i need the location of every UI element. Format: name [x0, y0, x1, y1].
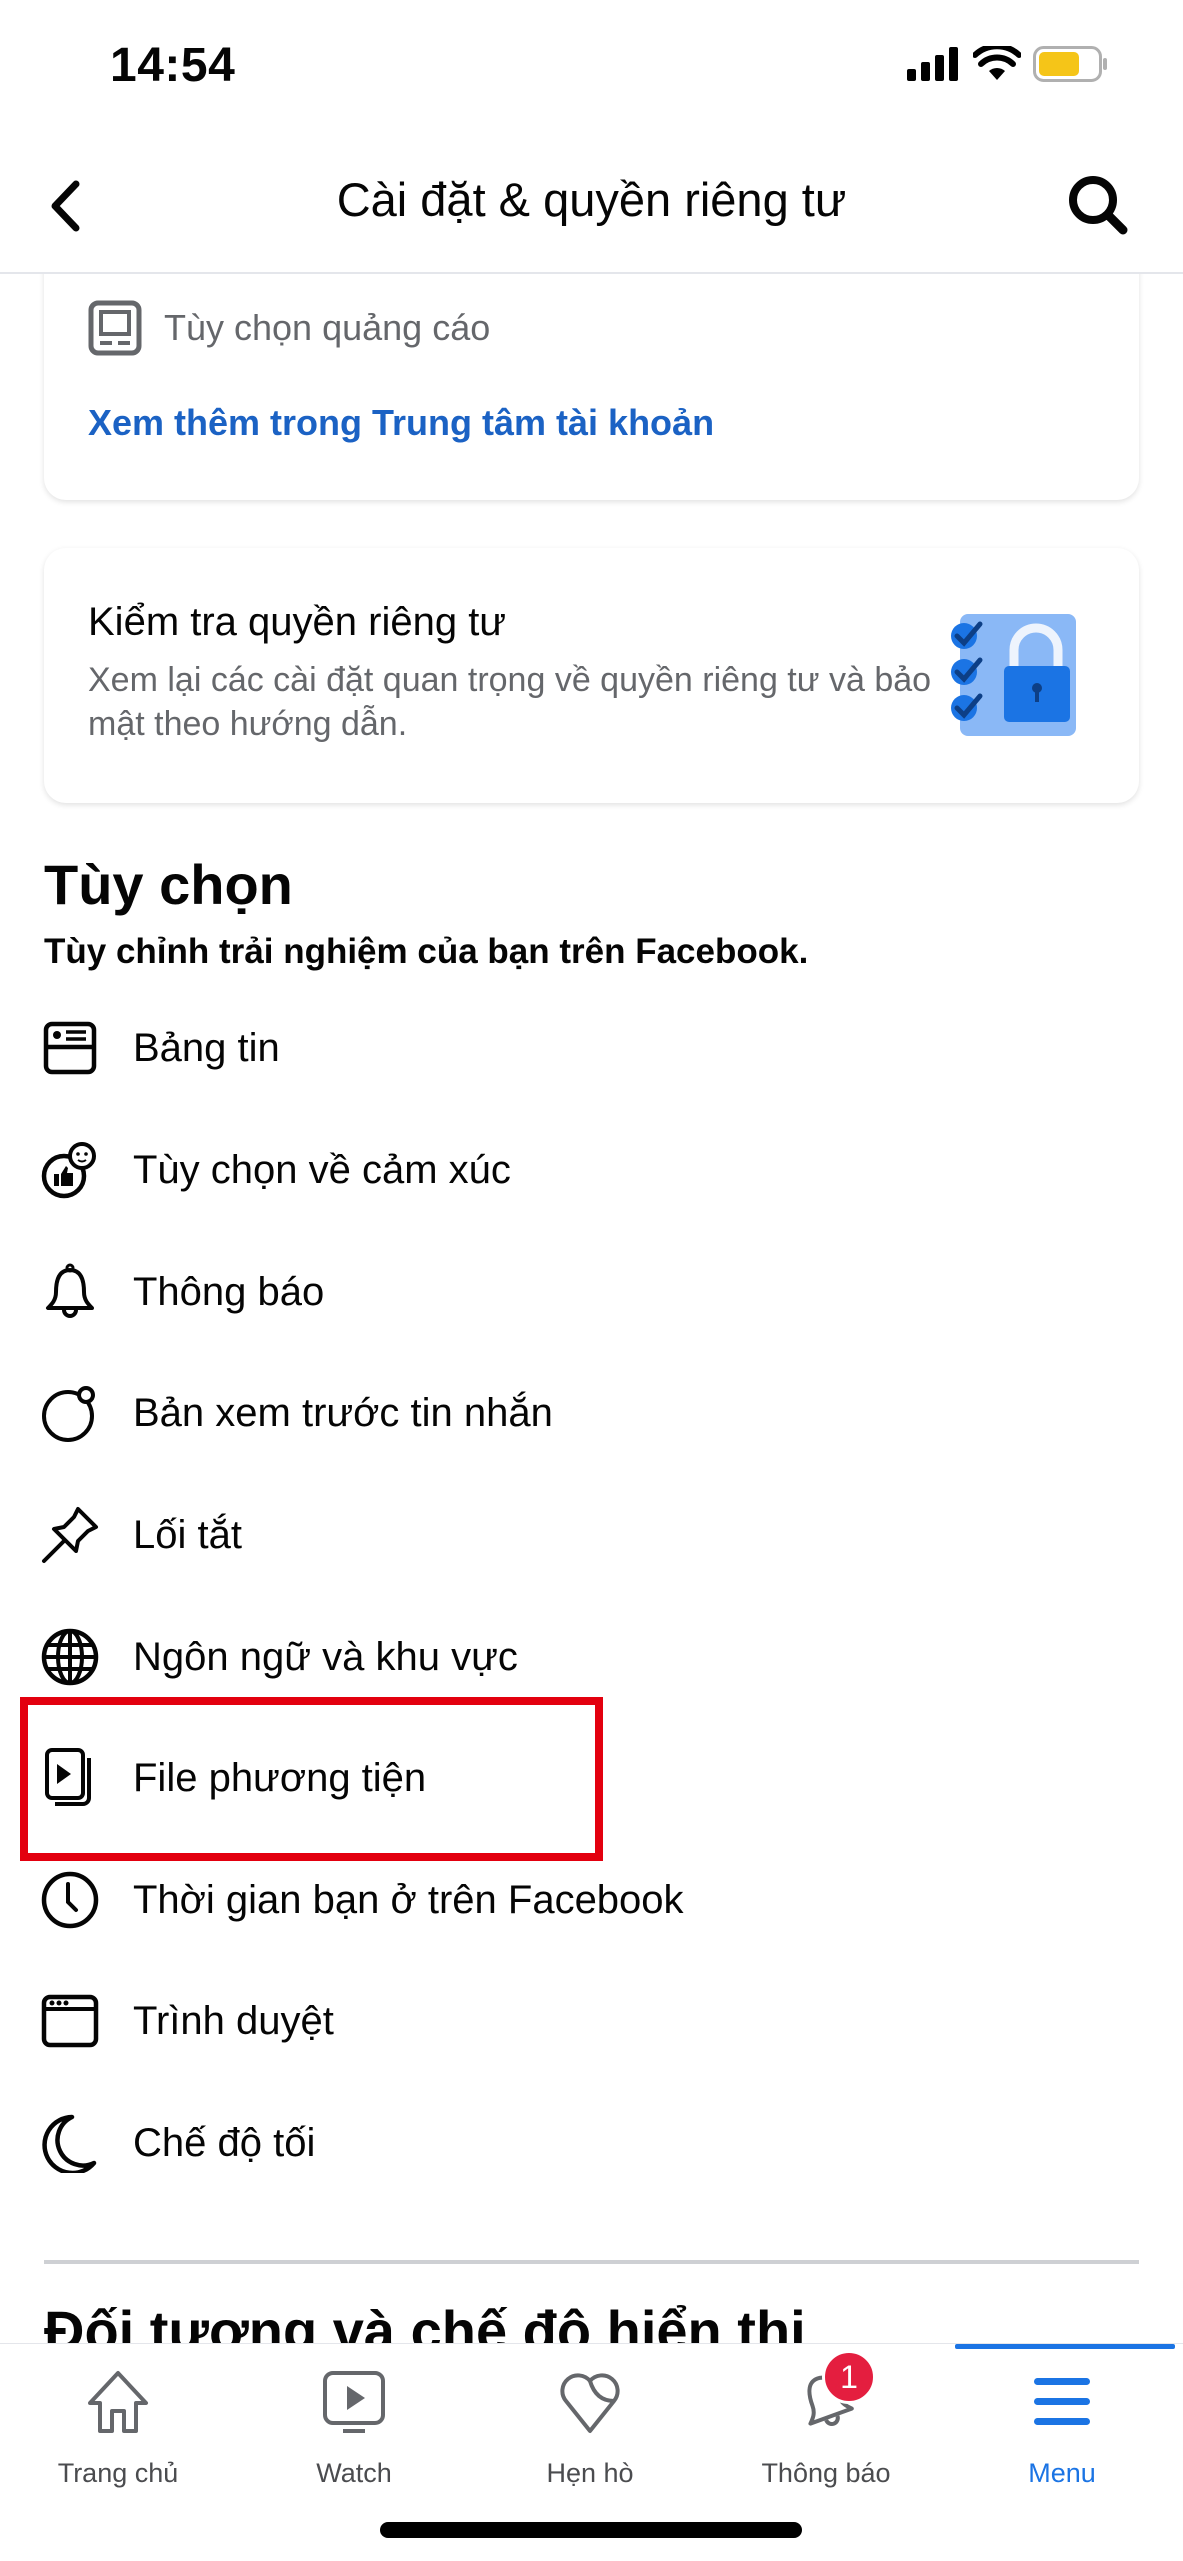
list-item-label: Lối tắt — [133, 1512, 242, 1557]
cellular-signal-icon — [907, 47, 958, 81]
browser-icon — [38, 1989, 102, 2053]
list-item-label: File phương tiện — [133, 1755, 427, 1800]
list-item-dark-mode[interactable]: Chế độ tối — [0, 2093, 1183, 2193]
tab-label: Hẹn hò — [546, 2458, 634, 2488]
battery-icon — [1033, 46, 1107, 82]
list-item-label: Thời gian bạn ở trên Facebook — [133, 1877, 684, 1922]
list-item-browser[interactable]: Trình duyệt — [0, 1971, 1183, 2071]
ads-preferences-row[interactable]: Tùy chọn quảng cáo — [88, 300, 490, 356]
list-item-news-feed[interactable]: Bảng tin — [0, 998, 1183, 1098]
tab-watch[interactable]: Watch — [236, 2364, 472, 2494]
home-icon — [80, 2364, 156, 2440]
menu-icon — [1024, 2364, 1100, 2440]
list-item-message-previews[interactable]: Bản xem trước tin nhắn — [0, 1363, 1183, 1463]
bell-icon: 1 — [788, 2350, 876, 2440]
list-item-reaction-preferences[interactable]: Tùy chọn về cảm xúc — [0, 1120, 1183, 1220]
list-item-language-region[interactable]: Ngôn ngữ và khu vực — [0, 1607, 1183, 1707]
moon-icon — [38, 2111, 102, 2175]
ad-display-icon — [88, 300, 142, 356]
tab-dating[interactable]: Hẹn hò — [472, 2364, 708, 2494]
message-preview-icon — [38, 1381, 102, 1445]
tab-label: Menu — [1028, 2458, 1096, 2488]
list-item-label: Bảng tin — [133, 1025, 280, 1070]
list-item-label: Bản xem trước tin nhắn — [133, 1390, 553, 1435]
search-button[interactable] — [1065, 172, 1131, 238]
ads-preferences-label: Tùy chọn quảng cáo — [164, 307, 491, 348]
accounts-center-card: Tùy chọn quảng cáo Xem thêm trong Trung … — [44, 250, 1139, 500]
privacy-checkup-description: Xem lại các cài đặt quan trọng về quyền … — [88, 661, 932, 743]
reaction-icon — [38, 1138, 102, 1202]
list-item-time-on-facebook[interactable]: Thời gian bạn ở trên Facebook — [0, 1850, 1183, 1950]
globe-icon — [38, 1625, 102, 1689]
list-item-label: Chế độ tối — [133, 2120, 316, 2165]
preferences-heading: Tùy chọn — [44, 853, 293, 916]
preferences-subtitle: Tùy chỉnh trải nghiệm của bạn trên Faceb… — [44, 932, 809, 971]
pin-icon — [38, 1503, 102, 1567]
accounts-center-link[interactable]: Xem thêm trong Trung tâm tài khoản — [88, 402, 714, 444]
top-nav-bar: Cài đặt & quyền riêng tư — [0, 140, 1183, 274]
tab-menu[interactable]: Menu — [944, 2364, 1180, 2494]
tab-home[interactable]: Trang chủ — [0, 2364, 236, 2494]
privacy-checkup-card[interactable]: Kiểm tra quyền riêng tư Xem lại các cài … — [44, 548, 1139, 803]
tab-label: Watch — [316, 2458, 392, 2488]
notification-badge: 1 — [822, 2350, 876, 2404]
tab-notifications[interactable]: 1 Thông báo — [708, 2350, 944, 2494]
list-item-label: Trình duyệt — [133, 1998, 334, 2043]
list-item-shortcuts[interactable]: Lối tắt — [0, 1485, 1183, 1585]
page-title: Cài đặt & quyền riêng tư — [336, 173, 847, 226]
watch-icon — [316, 2364, 392, 2440]
list-item-label: Thông báo — [133, 1269, 325, 1314]
status-icons — [907, 46, 1109, 82]
section-divider — [44, 2260, 1139, 2264]
list-item-label: Ngôn ngữ và khu vực — [133, 1634, 518, 1679]
tab-label: Trang chủ — [57, 2458, 179, 2488]
tab-label: Thông báo — [761, 2458, 891, 2488]
search-icon — [1069, 176, 1128, 235]
list-item-media[interactable]: File phương tiện — [0, 1728, 1183, 1828]
wifi-icon — [973, 46, 1021, 80]
list-item-label: Tùy chọn về cảm xúc — [133, 1147, 511, 1192]
bell-icon — [38, 1260, 102, 1324]
home-indicator[interactable] — [380, 2522, 802, 2538]
media-icon — [38, 1746, 102, 1810]
privacy-checkup-title: Kiểm tra quyền riêng tư — [88, 600, 507, 644]
privacy-lock-checklist-icon — [951, 614, 1076, 736]
status-time: 14:54 — [110, 39, 236, 92]
news-feed-icon — [38, 1016, 102, 1080]
list-item-notifications[interactable]: Thông báo — [0, 1242, 1183, 1342]
clock-icon — [38, 1868, 102, 1932]
dating-heart-icon — [552, 2364, 628, 2440]
active-tab-indicator — [955, 2344, 1175, 2349]
